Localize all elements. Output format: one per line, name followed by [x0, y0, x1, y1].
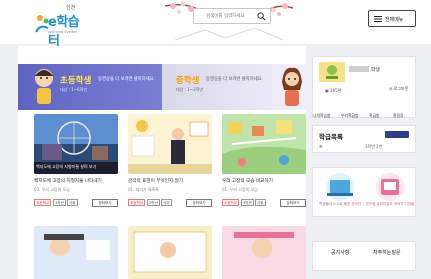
middle-title: 중학생: [176, 76, 200, 86]
all-menu-label: 전체메뉴: [385, 17, 404, 23]
quick-links: 나의학습방 우리학급방 학급방 알림장: [313, 113, 417, 123]
elementary-banner[interactable]: 초등학생 동영상을 더 보려면 클릭하세요. 대상 : 1~6학년: [18, 64, 162, 110]
lecture-card[interactable]: 백지도에 고장의 지형지물 살펴 보기 백지도에 고장의 지형지물 나타내기 0…: [34, 114, 118, 220]
class-list-title: 학급목록: [319, 133, 343, 141]
tag-subject: 국어: [161, 199, 172, 206]
teacher-lecture-image: [128, 114, 212, 174]
all-menu-button[interactable]: 전체메뉴: [368, 10, 416, 27]
notice-panel: 공지사항 자주하는질문: [312, 241, 416, 271]
class-school: 초: [319, 144, 323, 149]
tag-school: 초등학교: [222, 199, 240, 206]
search-placeholder: 검색어를 입력하세요: [206, 14, 245, 19]
search-input[interactable]: 검색어를 입력하세요: [193, 8, 271, 24]
user-name-redacted: [349, 66, 369, 72]
lecture-thumbnail[interactable]: [34, 226, 118, 279]
lecture-card[interactable]: 감각적 표현이 무엇인지 알기 01. 재미가 톡톡톡 초등학교 3학년 국어 …: [128, 114, 212, 220]
logout-button[interactable]: ⊖ 로그아웃: [389, 86, 408, 92]
site-logo[interactable]: 인천 e학습터 Learning System: [34, 4, 90, 49]
student-character-icon: [35, 69, 53, 104]
lecture-title[interactable]: 감각적 표현이 무엇인지 알기: [128, 178, 212, 184]
art-promo-icon[interactable]: [371, 172, 409, 202]
quick-link-our-class[interactable]: 우리학급방: [341, 113, 358, 119]
grade-banner: 초등학생 동영상을 더 보려면 클릭하세요. 대상 : 1~6학년 중학생 동영…: [18, 64, 306, 110]
search-icon[interactable]: [257, 12, 266, 21]
elementary-desc: 동영상을 더 보려면 클릭하세요.: [98, 77, 155, 82]
quick-link-class-room[interactable]: 학급방: [369, 113, 379, 119]
main-content: 초등학생 동영상을 더 보려면 클릭하세요. 대상 : 1~6학년 중학생 동영…: [18, 46, 306, 279]
class-list-panel: 학급목록 초 3학년 2반: [312, 125, 416, 153]
class-name[interactable]: 3학년 2반: [365, 144, 382, 150]
lecture-title[interactable]: 우리 고장의 모습 비교하기: [222, 178, 306, 184]
promo-right-caption: 온드림 우리미술의 이야기 디딤돌: [365, 202, 415, 206]
lecture-image: [34, 226, 118, 279]
user-profile-panel: 학생 ▣ 365편 ⊖ 로그아웃 나의학습방 우리학급방 학급방 알림장: [312, 56, 416, 118]
tag-subject: 사회: [67, 199, 78, 206]
character-badge-icon: [319, 62, 345, 82]
lecture-thumbnail[interactable]: [128, 114, 212, 174]
page: 인천 e학습터 Learning System 검색어를 입력하세요 전체메뉴 …: [0, 0, 431, 279]
hamburger-icon: [374, 16, 382, 22]
tag-school: 초등학교: [128, 199, 146, 206]
lecture-unit: 03. 우리 고장의 모습: [34, 187, 70, 192]
lecture-thumbnail[interactable]: [128, 226, 212, 279]
promo-panel: 학생들이 스스로 배운 온라인 온드림 우리미술의 이야기 디딤돌: [312, 167, 416, 217]
study-count: ▣ 365편: [325, 88, 342, 93]
lecture-unit: 01. 우리 고장의 모습: [222, 187, 258, 192]
middle-desc: 동영상을 더 보려면 클릭하세요.: [206, 77, 263, 82]
lecture-image: [222, 226, 306, 279]
view-lecture-button[interactable]: 강좌보기: [92, 199, 118, 207]
logo-subtext: Learning System: [48, 30, 78, 34]
tag-subject: 사회: [255, 199, 266, 206]
town-map-image: [222, 114, 306, 174]
quick-link-my-study[interactable]: 나의학습방: [313, 113, 330, 119]
tab-notice[interactable]: 공지사항: [331, 249, 349, 256]
tag-grade: 3학년: [53, 199, 66, 206]
tag-grade: 3학년: [241, 199, 254, 206]
thumbnail-caption: 백지도에 고장의 지형지물 살펴 보기: [36, 164, 97, 169]
tag-grade: 3학년: [147, 199, 160, 206]
girl-character-icon: [282, 67, 302, 106]
elementary-title: 초등학생: [60, 76, 92, 86]
logo-region: 인천: [66, 5, 76, 11]
user-role: 학생: [371, 68, 380, 73]
view-lecture-button[interactable]: 강좌보기: [186, 199, 212, 207]
quick-link-notice[interactable]: 알림장: [393, 113, 403, 119]
promo-left-caption: 학생들이 스스로 배운 온라인: [319, 202, 361, 206]
lecture-title[interactable]: 백지도에 고장의 지형지물 나타내기: [34, 178, 118, 184]
lecture-image: [128, 226, 212, 279]
view-lecture-button[interactable]: 강좌보기: [280, 199, 306, 207]
lecture-card[interactable]: 우리 고장의 모습 비교하기 01. 우리 고장의 모습 초등학교 3학년 사회…: [222, 114, 306, 220]
lecture-thumbnail[interactable]: 백지도에 고장의 지형지물 살펴 보기: [34, 114, 118, 174]
elementary-target: 대상 : 1~6학년: [60, 87, 88, 92]
lecture-thumbnail[interactable]: [222, 114, 306, 174]
top-header: 인천 e학습터 Learning System 검색어를 입력하세요 전체메뉴: [0, 0, 431, 49]
tag-school: 초등학교: [34, 199, 52, 206]
class-list-button[interactable]: [385, 131, 409, 138]
lecture-unit: 01. 재미가 톡톡톡: [128, 187, 159, 192]
tab-faq[interactable]: 자주하는질문: [373, 249, 401, 256]
lecture-thumbnail[interactable]: [222, 226, 306, 279]
laptop-promo-icon[interactable]: [321, 172, 359, 202]
middle-school-banner[interactable]: 중학생 동영상을 더 보려면 클릭하세요. 대상 : 1~3학년: [162, 64, 306, 110]
middle-target: 대상 : 1~3학년: [176, 87, 204, 92]
